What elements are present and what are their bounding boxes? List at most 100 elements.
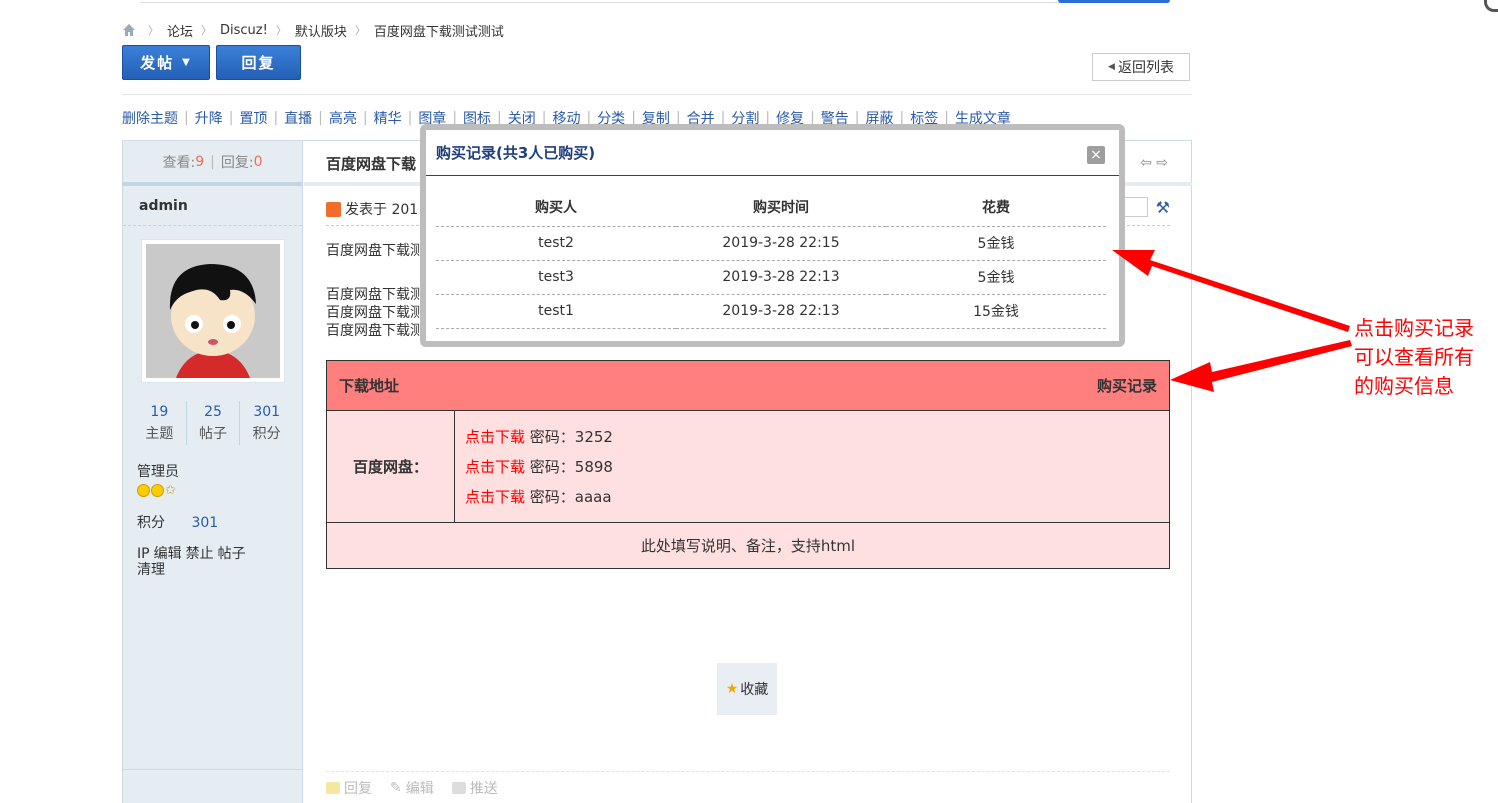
floor-input[interactable] xyxy=(1123,197,1148,217)
stat-credits[interactable]: 301 积分 xyxy=(239,401,293,445)
stat-label: 帖子 xyxy=(199,426,227,442)
avatar[interactable] xyxy=(141,239,285,383)
download-entry: 点击下载 密码：aaaa xyxy=(465,486,613,507)
annotation-line: 的购买信息 xyxy=(1354,374,1454,398)
divider xyxy=(122,94,1192,95)
reply-button[interactable]: 回复 xyxy=(216,45,301,80)
time-cell: 2019-3-28 22:15 xyxy=(676,226,886,261)
post-body-line: 百度网盘下载测 xyxy=(326,287,424,303)
download-body: 百度网盘： 点击下载 密码：3252 点击下载 密码：5898 点击下载 密码：… xyxy=(327,411,1169,523)
tool-delete[interactable]: 删除主题 xyxy=(122,108,178,128)
breadcrumb-board[interactable]: 默认版块 xyxy=(295,21,347,40)
user-level-icons: ✩ xyxy=(137,484,176,497)
push-action-label: 推送 xyxy=(469,781,498,797)
column-cost: 花费 xyxy=(886,188,1106,227)
purchase-records-link[interactable]: 购买记录 xyxy=(1097,375,1157,396)
wrench-icon[interactable]: ⚒ xyxy=(1156,198,1170,217)
post-body-line: 百度网盘下载测 xyxy=(326,305,424,321)
stat-threads[interactable]: 19 主题 xyxy=(133,401,186,445)
divider xyxy=(123,769,303,770)
download-entry: 点击下载 密码：5898 xyxy=(465,456,613,477)
author-name[interactable]: admin xyxy=(123,186,302,226)
purchase-records-table: 购买人 购买时间 花费 test2 2019-3-28 22:15 5金钱 te… xyxy=(436,188,1106,329)
smiley-icon xyxy=(137,484,150,497)
views-count: 9 xyxy=(195,153,205,170)
stat-value: 301 xyxy=(253,404,281,420)
author-badge-icon xyxy=(326,201,341,217)
views-label: 查看: xyxy=(162,154,196,171)
new-post-button[interactable]: 发帖 ▼ xyxy=(122,45,210,80)
moderation-links: IP 编辑 禁止 帖子 清理 xyxy=(137,546,287,578)
push-action[interactable]: 推送 xyxy=(451,778,498,798)
tool-live[interactable]: 直播 xyxy=(284,108,312,128)
table-row: test2 2019-3-28 22:15 5金钱 xyxy=(436,226,1106,261)
annotation-line: 可以查看所有 xyxy=(1354,345,1474,369)
star-icon: ★ xyxy=(725,681,739,697)
thread-title: 百度网盘下载 xyxy=(326,155,417,173)
annotation-line: 点击购买记录 xyxy=(1354,316,1474,340)
reply-icon xyxy=(326,782,340,794)
post-date: 发表于 201 xyxy=(345,202,419,218)
edit-user-link[interactable]: 编辑 xyxy=(154,546,182,562)
scroll-indicator-icon xyxy=(1484,0,1498,12)
column-time: 购买时间 xyxy=(676,188,886,227)
table-header-row: 购买人 购买时间 花费 xyxy=(436,188,1106,227)
breadcrumb-thread[interactable]: 百度网盘下载测试测试 xyxy=(374,21,504,40)
breadcrumb-separator: 〉 xyxy=(148,24,159,37)
user-posts-link[interactable]: 帖子 xyxy=(218,546,246,562)
back-to-list-button[interactable]: ◀ 返回列表 xyxy=(1092,53,1190,81)
smiley-icon xyxy=(151,484,164,497)
download-entry: 点击下载 密码：3252 xyxy=(465,426,613,447)
stat-value: 19 xyxy=(150,404,169,420)
download-note: 此处填写说明、备注，支持html xyxy=(327,523,1169,568)
home-icon[interactable] xyxy=(122,23,136,37)
stat-posts[interactable]: 25 帖子 xyxy=(185,401,240,445)
ip-link[interactable]: IP xyxy=(137,546,150,562)
post-meta: 发表于 201 xyxy=(326,199,418,219)
user-group[interactable]: 管理员 xyxy=(137,461,179,481)
breadcrumb-forum[interactable]: 论坛 xyxy=(167,21,193,40)
time-cell: 2019-3-28 22:13 xyxy=(676,260,886,295)
new-post-label: 发帖 xyxy=(140,54,175,72)
breadcrumb-separator: 〉 xyxy=(275,24,287,37)
thread-nav-arrows[interactable]: ⇦ ⇨ xyxy=(1140,155,1168,171)
chevron-down-icon: ▼ xyxy=(182,57,192,68)
download-link[interactable]: 点击下载 xyxy=(465,428,525,446)
search-bar-edge xyxy=(140,0,1170,3)
favorite-button[interactable]: ★ 收藏 xyxy=(717,663,777,715)
buyer-cell: test2 xyxy=(436,226,676,261)
breadcrumb: 〉 论坛 〉 Discuz! 〉 默认版块 〉 百度网盘下载测试测试 xyxy=(122,20,504,40)
author-stats: 19 主题 25 帖子 301 积分 xyxy=(133,401,293,445)
star-icon: ✩ xyxy=(165,483,176,498)
download-link[interactable]: 点击下载 xyxy=(465,458,525,476)
modal-title: 购买记录(共3人已购买) xyxy=(426,130,1119,176)
stat-value: 25 xyxy=(204,404,222,420)
table-row: test3 2019-3-28 22:13 5金钱 xyxy=(436,260,1106,295)
cleanup-link[interactable]: 清理 xyxy=(137,562,165,578)
download-header-label: 下载地址 xyxy=(339,377,400,395)
download-link[interactable]: 点击下载 xyxy=(465,488,525,506)
pencil-icon: ✎ xyxy=(390,780,402,796)
search-button-edge[interactable] xyxy=(1058,0,1170,3)
edit-action-label: 编辑 xyxy=(405,781,434,797)
download-table: 下载地址 购买记录 百度网盘： 点击下载 密码：3252 点击下载 密码：589… xyxy=(326,360,1170,569)
reply-action-label: 回复 xyxy=(344,781,372,797)
ban-link[interactable]: 禁止 xyxy=(186,546,214,562)
close-icon[interactable]: × xyxy=(1087,146,1105,164)
tool-bump[interactable]: 升降 xyxy=(195,108,223,128)
push-icon xyxy=(451,782,466,794)
reply-action[interactable]: 回复 xyxy=(326,778,372,798)
edit-action[interactable]: ✎ 编辑 xyxy=(390,778,434,798)
tool-digest[interactable]: 精华 xyxy=(374,108,402,128)
purchase-records-modal: 购买记录(共3人已购买) × 购买人 购买时间 花费 test2 2019-3-… xyxy=(420,124,1125,347)
triangle-left-icon: ◀ xyxy=(1108,62,1115,72)
stat-label: 主题 xyxy=(145,426,174,442)
reply-label: 回复 xyxy=(241,54,276,72)
author-sidebar: 查看: 9 | 回复: 0 admin 19 主题 25 帖子 301 积分 管… xyxy=(123,141,303,803)
tool-sticky[interactable]: 置顶 xyxy=(239,108,267,128)
cost-cell: 5金钱 xyxy=(886,260,1106,295)
breadcrumb-discuz[interactable]: Discuz! xyxy=(220,23,268,38)
tool-highlight[interactable]: 高亮 xyxy=(329,108,357,128)
user-credit: 积分 301 xyxy=(137,512,218,532)
download-password: 密码：aaaa xyxy=(529,488,612,507)
